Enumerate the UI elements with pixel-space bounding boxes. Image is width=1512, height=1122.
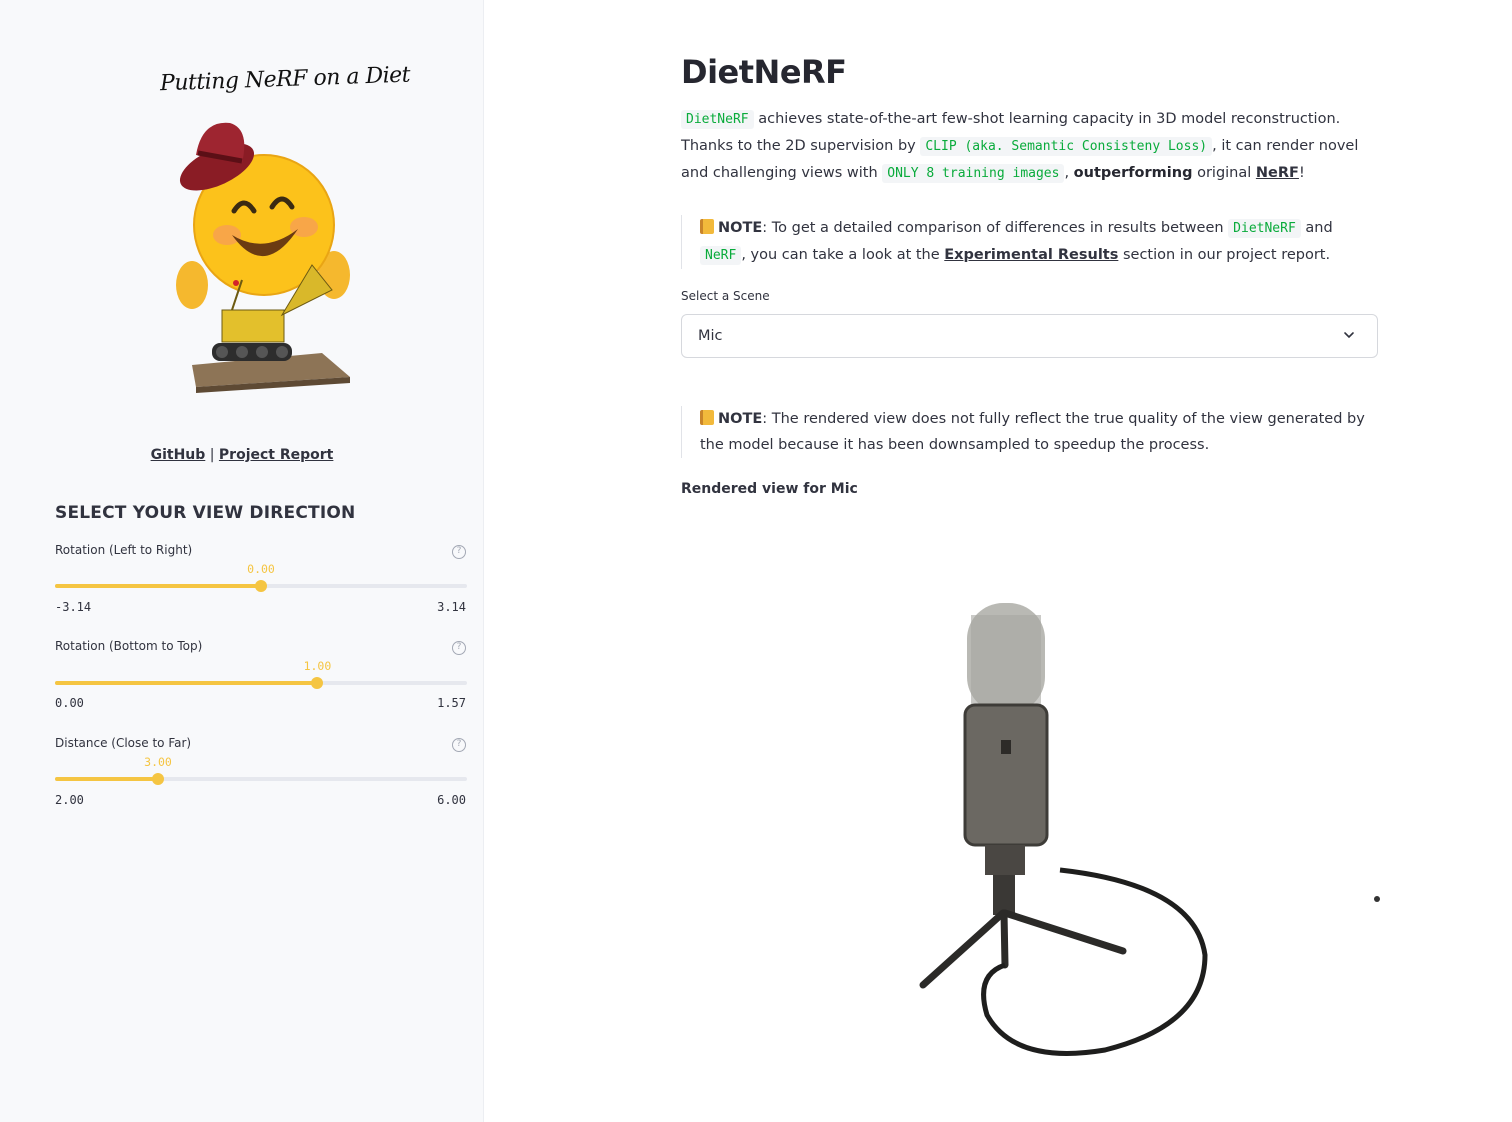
render-label: Rendered view for Mic	[681, 481, 858, 497]
help-icon[interactable]: ?	[452, 545, 466, 559]
slider-thumb[interactable]	[255, 580, 267, 592]
github-link[interactable]: GitHub	[151, 447, 206, 463]
intro-text: !	[1298, 165, 1305, 181]
logo-text: Putting NeRF on a Diet	[159, 62, 411, 97]
view-direction-heading: SELECT YOUR VIEW DIRECTION	[55, 503, 356, 523]
notebook-icon	[700, 410, 714, 425]
note-text: : The rendered view does not fully refle…	[700, 411, 1365, 453]
slider-max: 1.57	[437, 696, 466, 710]
slider-thumb[interactable]	[152, 773, 164, 785]
rendered-view-image	[919, 603, 1380, 1056]
slider-value: 3.00	[144, 755, 172, 769]
slider-rotation-lr[interactable]: 0.00	[55, 562, 467, 592]
chevron-down-icon	[1344, 332, 1354, 339]
slider-fill	[55, 681, 318, 685]
project-report-link[interactable]: Project Report	[219, 447, 333, 463]
intro-bold: outperforming	[1073, 165, 1193, 181]
scene-select-label: Select a Scene	[681, 289, 770, 303]
nerf-link[interactable]: NeRF	[1256, 165, 1299, 181]
inline-code: DietNeRF	[681, 110, 754, 129]
help-icon[interactable]: ?	[452, 641, 466, 655]
slider-value: 1.00	[303, 659, 332, 673]
slider-fill	[55, 584, 261, 588]
slider-max: 3.14	[437, 600, 466, 614]
experimental-results-link[interactable]: Experimental Results	[944, 247, 1118, 263]
slider-thumb[interactable]	[311, 677, 324, 689]
page-title: DietNeRF	[681, 53, 847, 91]
slider-label-distance: Distance (Close to Far)	[55, 736, 192, 750]
scene-select-value: Mic	[698, 328, 723, 344]
inline-code: CLIP (aka. Semantic Consisteny Loss)	[920, 137, 1213, 156]
note-text: : To get a detailed comparison of differ…	[762, 220, 1229, 236]
slider-min: 2.00	[55, 793, 84, 807]
notebook-icon	[700, 219, 714, 234]
sidebar: Putting NeRF on a Diet GitHub | Project …	[0, 0, 484, 1122]
inline-code: ONLY 8 training images	[882, 164, 1065, 183]
scene-select[interactable]: Mic	[681, 314, 1378, 358]
slider-label-rotation-bt: Rotation (Bottom to Top)	[55, 639, 203, 653]
slider-rotation-bt[interactable]: 1.00	[55, 659, 467, 689]
note-text: , you can take a look at the	[741, 247, 945, 263]
intro-paragraph: DietNeRF achieves state-of-the-art few-s…	[681, 106, 1381, 187]
note-comparison: NOTE: To get a detailed comparison of di…	[681, 215, 1381, 269]
links-separator: |	[209, 447, 215, 463]
intro-text: original	[1192, 165, 1256, 181]
slider-distance[interactable]: 3.00	[55, 755, 467, 785]
inline-code: NeRF	[700, 246, 742, 265]
slider-min: -3.14	[55, 600, 92, 614]
note-text: section in our project report.	[1118, 247, 1331, 263]
help-icon[interactable]: ?	[452, 738, 466, 752]
slider-label-rotation-lr: Rotation (Left to Right)	[55, 543, 193, 557]
note-label: NOTE	[718, 220, 763, 236]
note-render-quality: NOTE: The rendered view does not fully r…	[681, 406, 1381, 458]
intro-text: ,	[1064, 165, 1074, 181]
mascot-image	[176, 122, 350, 393]
slider-max: 6.00	[437, 793, 466, 807]
links-row: GitHub | Project Report	[0, 447, 484, 463]
slider-value: 0.00	[247, 562, 275, 576]
slider-min: 0.00	[55, 696, 84, 710]
slider-fill	[55, 777, 158, 781]
note-text: and	[1300, 220, 1333, 236]
inline-code: DietNeRF	[1228, 219, 1301, 238]
note-label: NOTE	[718, 411, 763, 427]
